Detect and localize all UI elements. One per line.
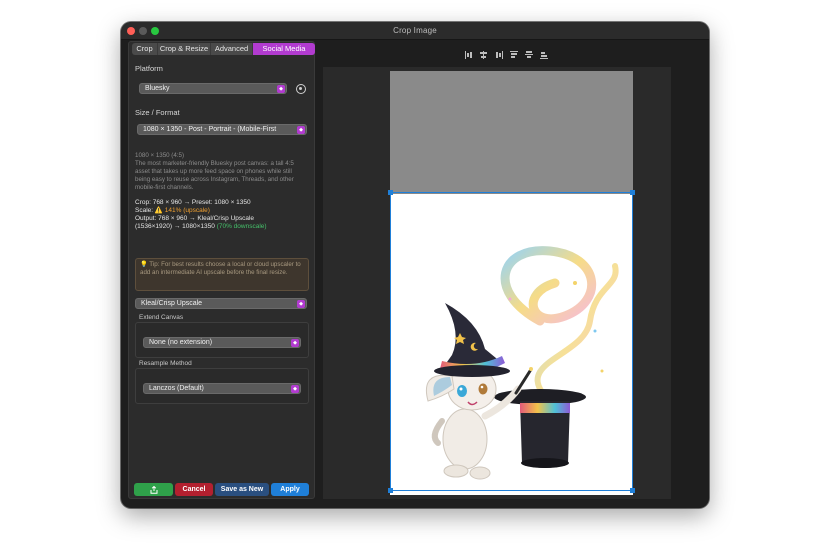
- crop-handle-bottom-right[interactable]: [630, 488, 635, 493]
- downscale-percent: (70% downscale): [216, 223, 267, 230]
- size-format-select[interactable]: 1080 × 1350 - Post - Portrait - (Mobile-…: [137, 124, 307, 135]
- platform-label: Platform: [135, 64, 163, 73]
- settings-panel: Crop Crop & Resize Advanced Social Media…: [128, 41, 315, 499]
- extend-canvas-select-value: None (no extension): [149, 339, 213, 346]
- title-bar: Crop Image: [121, 22, 709, 40]
- platform-select[interactable]: Bluesky ◆: [139, 83, 287, 94]
- align-right-edge-icon[interactable]: [495, 51, 503, 59]
- tab-advanced[interactable]: Advanced: [211, 43, 253, 55]
- scale-warning: ⚠️ 141% (upscale): [154, 207, 210, 214]
- tip-box: 💡 Tip: For best results choose a local o…: [135, 258, 309, 291]
- align-bottom-edge-icon[interactable]: [540, 51, 548, 59]
- scale-info: Scale: ⚠️ 141% (upscale): [135, 207, 210, 215]
- output-info: Output: 768 × 960 → Kleal/Crisp Upscale: [135, 215, 255, 222]
- size-format-label: Size / Format: [135, 108, 180, 117]
- preset-description: The most marketer-friendly Bluesky post …: [135, 160, 294, 191]
- extend-canvas-select[interactable]: None (no extension) ◆: [143, 337, 301, 348]
- crop-handle-bottom-left[interactable]: [388, 488, 393, 493]
- crop-info: Crop: 768 × 960 → Preset: 1080 × 1350: [135, 199, 251, 206]
- chevron-updown-icon: ◆: [277, 85, 285, 93]
- tab-crop-resize[interactable]: Crop & Resize: [158, 43, 211, 55]
- share-icon: [150, 485, 157, 494]
- resample-method-group: Lanczos (Default) ◆: [135, 368, 309, 404]
- resample-method-label: Resample Method: [139, 360, 192, 367]
- align-left-edge-icon[interactable]: [465, 51, 473, 59]
- chevron-updown-icon: ◆: [291, 339, 299, 347]
- apply-button[interactable]: Apply: [271, 483, 309, 496]
- output-dimensions: (1536×1920) → 1080×1350: [135, 223, 217, 230]
- size-format-select-value: 1080 × 1350 - Post - Portrait - (Mobile-…: [143, 126, 277, 133]
- cancel-button[interactable]: Cancel: [175, 483, 213, 496]
- preset-dimensions: 1080 × 1350 (4:5): [135, 152, 185, 159]
- tab-social-media[interactable]: Social Media: [253, 43, 315, 55]
- locate-icon[interactable]: [296, 84, 306, 94]
- output-info-2: (1536×1920) → 1080×1350 (70% downscale): [135, 223, 267, 231]
- resample-method-select-value: Lanczos (Default): [149, 385, 204, 392]
- alignment-toolbar: [465, 51, 548, 59]
- upscaler-select-value: Kleal/Crisp Upscale: [141, 300, 203, 307]
- chevron-updown-icon: ◆: [297, 126, 305, 134]
- crop-handle-top-right[interactable]: [630, 190, 635, 195]
- extend-canvas-label: Extend Canvas: [139, 314, 184, 321]
- extend-canvas-group: None (no extension) ◆: [135, 322, 309, 358]
- chevron-updown-icon: ◆: [297, 300, 305, 308]
- mode-tabs: Crop Crop & Resize Advanced Social Media: [132, 43, 315, 55]
- align-vertical-center-icon[interactable]: [525, 51, 533, 59]
- save-as-new-button[interactable]: Save as New: [215, 483, 269, 496]
- crop-canvas[interactable]: [323, 67, 671, 499]
- share-button[interactable]: [134, 483, 173, 496]
- tab-crop[interactable]: Crop: [132, 43, 158, 55]
- scale-prefix: Scale:: [135, 207, 155, 214]
- preview-area: [321, 41, 709, 508]
- chevron-updown-icon: ◆: [291, 385, 299, 393]
- align-top-edge-icon[interactable]: [510, 51, 518, 59]
- window-title: Crop Image: [393, 26, 437, 35]
- crop-handle-top-left[interactable]: [388, 190, 393, 195]
- resample-method-select[interactable]: Lanczos (Default) ◆: [143, 383, 301, 394]
- platform-select-value: Bluesky: [145, 85, 170, 92]
- upscaler-select[interactable]: Kleal/Crisp Upscale ◆: [135, 298, 307, 309]
- align-horizontal-center-icon[interactable]: [480, 51, 488, 59]
- crop-image-window: Crop Image Crop Crop & Resize Advanced S…: [121, 22, 709, 508]
- crop-selection-box[interactable]: [388, 190, 635, 493]
